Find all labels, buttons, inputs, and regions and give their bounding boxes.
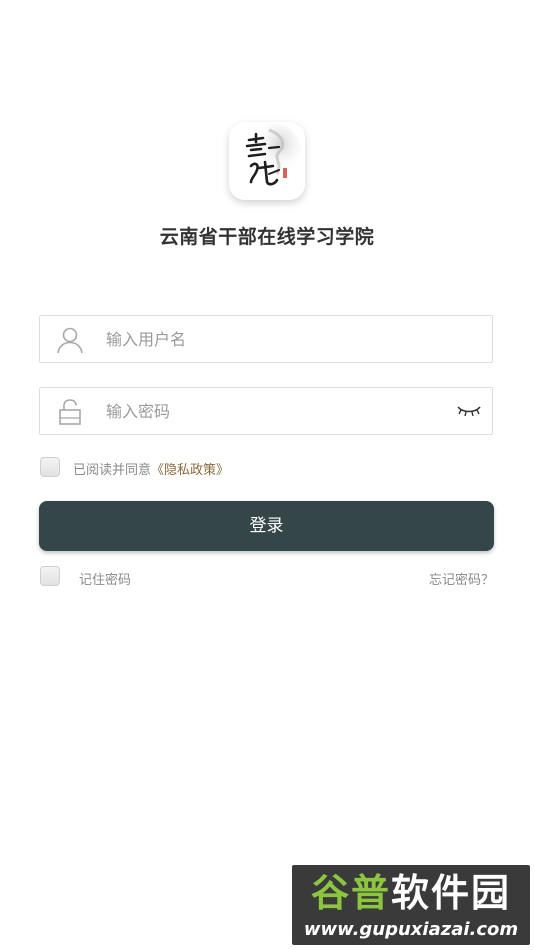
- watermark-url: www.gupuxiazai.com: [303, 919, 519, 940]
- forgot-password-link[interactable]: 忘记密码？: [429, 569, 494, 588]
- username-field[interactable]: [39, 315, 493, 363]
- login-button[interactable]: 登录: [39, 501, 494, 551]
- remember-label: 记住密码: [79, 573, 132, 588]
- app-logo: [229, 122, 305, 200]
- watermark: 谷普软件园 www.gupuxiazai.com: [292, 865, 530, 945]
- lock-icon: [56, 398, 84, 426]
- user-icon: [56, 326, 84, 354]
- agree-text: 已阅读并同意《隐私政策》: [73, 459, 229, 478]
- remember-checkbox[interactable]: [40, 566, 60, 586]
- username-input[interactable]: [106, 316, 436, 362]
- login-page: 云南省干部在线学习学院 输入用户名 已阅读并同意《隐私政策》 登录 记住密码 忘…: [0, 0, 534, 950]
- agree-checkbox[interactable]: [40, 457, 60, 477]
- password-field[interactable]: [39, 387, 493, 435]
- agree-prefix: 已阅读并同意: [73, 463, 152, 478]
- app-title: 云南省干部在线学习学院: [159, 226, 375, 248]
- watermark-part2: 软件园: [391, 871, 512, 915]
- watermark-title: 谷普软件园: [292, 871, 530, 915]
- password-input[interactable]: [106, 388, 436, 434]
- privacy-policy-link[interactable]: 《隐私政策》: [151, 463, 229, 478]
- eye-closed-icon[interactable]: [456, 403, 482, 419]
- logo-ink-art: [229, 122, 305, 200]
- watermark-part1: 谷普: [310, 871, 391, 915]
